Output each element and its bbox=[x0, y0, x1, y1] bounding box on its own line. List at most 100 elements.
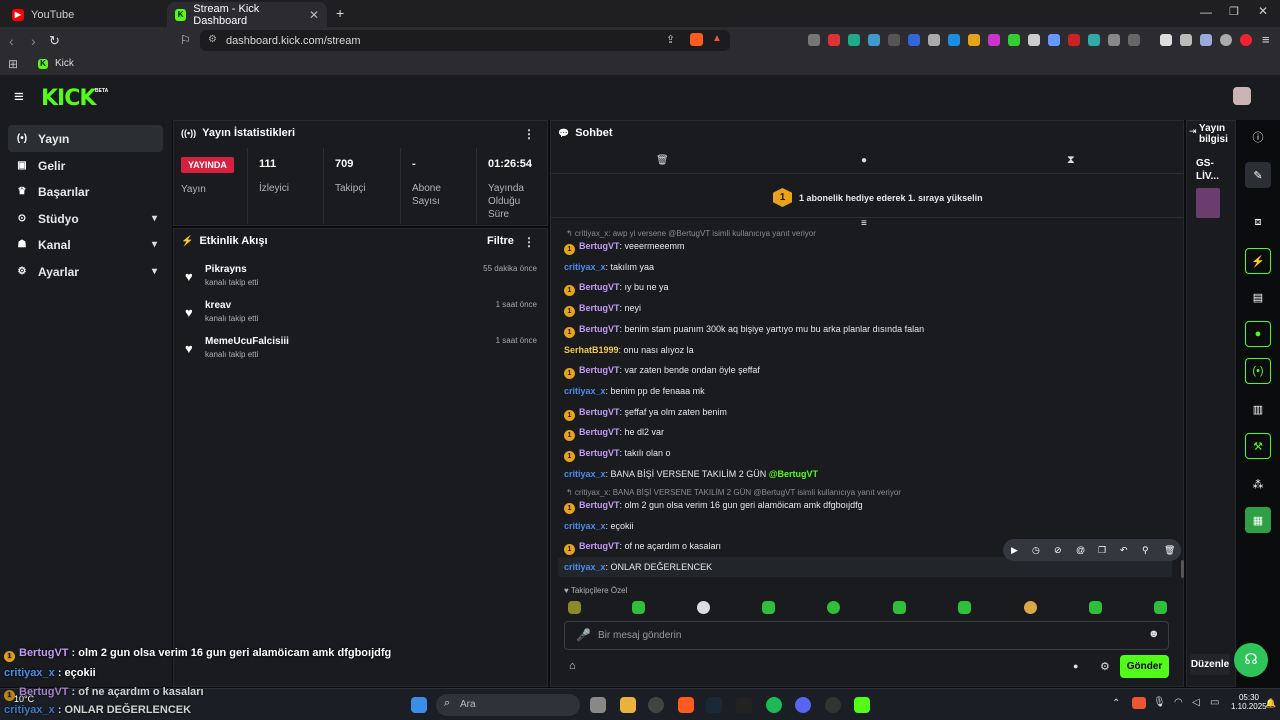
extension-icon[interactable] bbox=[968, 34, 980, 46]
discord-icon[interactable] bbox=[795, 697, 811, 713]
emote[interactable] bbox=[568, 601, 581, 614]
gift-sub-promo[interactable]: 1 abonelik hediye ederek 1. sıraya yükse… bbox=[799, 193, 983, 203]
store-icon[interactable]: ⌂ bbox=[569, 660, 576, 672]
ban-icon[interactable]: ⊘ bbox=[1054, 545, 1062, 556]
obs-icon[interactable] bbox=[648, 697, 664, 713]
hourglass-icon[interactable]: ⧗ bbox=[1067, 154, 1075, 167]
trash-icon[interactable]: 🗑 bbox=[656, 155, 669, 166]
extension-icon[interactable] bbox=[988, 34, 1000, 46]
scroll-to-top-icon[interactable]: ≡ bbox=[861, 218, 867, 229]
support-headset-icon[interactable]: ☊ bbox=[1234, 643, 1268, 677]
lightning-icon[interactable]: ⚡ bbox=[1245, 248, 1271, 274]
extension-icon[interactable] bbox=[848, 34, 860, 46]
tab-kick-dashboard[interactable]: K Stream - Kick Dashboard ✕ bbox=[167, 2, 327, 27]
extension-icon[interactable] bbox=[1128, 34, 1140, 46]
microphone-icon[interactable]: 🎙 bbox=[1153, 697, 1166, 708]
chat-bubble-icon[interactable]: ● bbox=[861, 155, 867, 166]
collapse-icon[interactable]: ⇥ bbox=[1189, 126, 1197, 137]
emote[interactable] bbox=[762, 601, 775, 614]
extension-icon[interactable] bbox=[948, 34, 960, 46]
close-window-button[interactable]: ✕ bbox=[1258, 4, 1268, 18]
brave-shield-icon[interactable] bbox=[690, 33, 703, 46]
nodes-icon[interactable]: ⁂ bbox=[1245, 471, 1271, 497]
more-options-icon[interactable]: ⋮ bbox=[523, 127, 535, 141]
bookmark-kick[interactable]: K Kick bbox=[38, 58, 74, 69]
microphone-icon[interactable]: 🎤 bbox=[576, 628, 591, 642]
extension-icon[interactable] bbox=[828, 34, 840, 46]
extension-icon[interactable] bbox=[808, 34, 820, 46]
spotify-icon[interactable] bbox=[766, 697, 782, 713]
emoji-icon[interactable]: ☻ bbox=[1148, 628, 1160, 640]
extension-icon[interactable] bbox=[1108, 34, 1120, 46]
brave-icon[interactable] bbox=[678, 697, 694, 713]
minimize-button[interactable]: — bbox=[1200, 5, 1212, 19]
mention-icon[interactable]: @ bbox=[1076, 545, 1085, 555]
broadcast-icon[interactable]: (•) bbox=[1245, 358, 1271, 384]
sidebar-item-ayarlar[interactable]: ⚙ Ayarlar ▾ bbox=[8, 258, 163, 285]
battery-icon[interactable]: ▭ bbox=[1210, 697, 1219, 708]
edit-button[interactable]: Düzenle bbox=[1190, 654, 1230, 675]
epic-games-icon[interactable] bbox=[736, 697, 752, 713]
chevron-up-icon[interactable]: ⌃ bbox=[1112, 698, 1120, 709]
emote[interactable] bbox=[827, 601, 840, 614]
url-input[interactable]: ⚙ dashboard.kick.com/stream ⇪ ▲ bbox=[200, 30, 730, 51]
emote[interactable] bbox=[1089, 601, 1102, 614]
send-button[interactable]: Gönder bbox=[1120, 655, 1169, 678]
timeout-clock-icon[interactable]: ◷ bbox=[1032, 545, 1040, 556]
file-explorer-icon[interactable] bbox=[620, 697, 636, 713]
copy-icon[interactable]: ❐ bbox=[1098, 545, 1106, 556]
info-icon[interactable]: ⓘ bbox=[1245, 124, 1271, 150]
pin-icon[interactable]: ⚲ bbox=[1142, 545, 1149, 556]
hamburger-menu-icon[interactable]: ≡ bbox=[14, 87, 24, 107]
emote[interactable] bbox=[697, 601, 710, 614]
extension-icon[interactable] bbox=[908, 34, 920, 46]
extension-icon[interactable] bbox=[928, 34, 940, 46]
apps-grid-icon[interactable]: ⊞ bbox=[8, 57, 18, 71]
brave-rewards-icon[interactable]: ▲ bbox=[712, 33, 722, 44]
emote[interactable] bbox=[958, 601, 971, 614]
app-icon[interactable] bbox=[825, 697, 841, 713]
sidebar-item-kanal[interactable]: ☗ Kanal ▾ bbox=[8, 231, 163, 258]
app-icon[interactable]: ▦ bbox=[1245, 507, 1271, 533]
play-icon[interactable]: ▶ bbox=[1011, 545, 1018, 556]
task-view-icon[interactable] bbox=[590, 697, 606, 713]
reply-icon[interactable]: ↶ bbox=[1120, 545, 1128, 556]
emote[interactable] bbox=[1024, 601, 1037, 614]
stream-thumbnail[interactable] bbox=[1196, 188, 1220, 218]
tray-icon[interactable] bbox=[1132, 697, 1146, 709]
clock[interactable]: 05:30 1.10.2025 bbox=[1231, 693, 1267, 711]
windows-start-icon[interactable] bbox=[411, 697, 427, 713]
extension-icon[interactable] bbox=[1008, 34, 1020, 46]
extension-icon[interactable] bbox=[1088, 34, 1100, 46]
chat-settings-icon[interactable]: ⚙ bbox=[1100, 660, 1110, 673]
sidebar-toggle-icon[interactable] bbox=[1160, 34, 1172, 46]
tab-youtube[interactable]: ▶ YouTube bbox=[4, 2, 164, 27]
chat-bubble-icon[interactable]: ● bbox=[1245, 321, 1271, 347]
maximize-button[interactable]: ❐ bbox=[1229, 5, 1239, 18]
wallet-icon[interactable] bbox=[1180, 34, 1192, 46]
chat-scrollbar[interactable] bbox=[1181, 560, 1184, 578]
volume-icon[interactable]: ◁ bbox=[1192, 697, 1200, 708]
notification-bell-icon[interactable]: 🔔 bbox=[1265, 698, 1276, 709]
more-options-icon[interactable]: ⋮ bbox=[523, 235, 535, 249]
wrench-icon[interactable]: ⚒ bbox=[1245, 433, 1271, 459]
sidebar-item-gelir[interactable]: ▣ Gelir bbox=[8, 152, 163, 179]
vpn-icon[interactable] bbox=[1220, 34, 1232, 46]
new-tab-button[interactable]: + bbox=[336, 5, 344, 21]
edit-pencil-icon[interactable]: ✎ bbox=[1245, 162, 1271, 188]
kick-app-icon[interactable] bbox=[854, 697, 870, 713]
chat-input[interactable]: 🎤 Bir mesaj gönderin ☻ bbox=[564, 621, 1169, 650]
emote[interactable] bbox=[893, 601, 906, 614]
leo-ai-icon[interactable] bbox=[1200, 34, 1212, 46]
sidebar-item-basarilar[interactable]: ♛ Başarılar bbox=[8, 178, 163, 205]
extension-icon[interactable] bbox=[1068, 34, 1080, 46]
steam-icon[interactable] bbox=[706, 697, 722, 713]
screenshot-icon[interactable]: ⧈ bbox=[1245, 209, 1271, 235]
close-tab-icon[interactable]: ✕ bbox=[309, 8, 319, 22]
emote[interactable] bbox=[632, 601, 645, 614]
kick-logo[interactable]: KICK bbox=[41, 86, 96, 111]
emote[interactable] bbox=[1154, 601, 1167, 614]
site-info-icon[interactable]: ⚙ bbox=[208, 34, 217, 45]
layout-icon[interactable]: ▥ bbox=[1245, 396, 1271, 422]
menu-icon[interactable]: ≡ bbox=[1262, 32, 1270, 47]
